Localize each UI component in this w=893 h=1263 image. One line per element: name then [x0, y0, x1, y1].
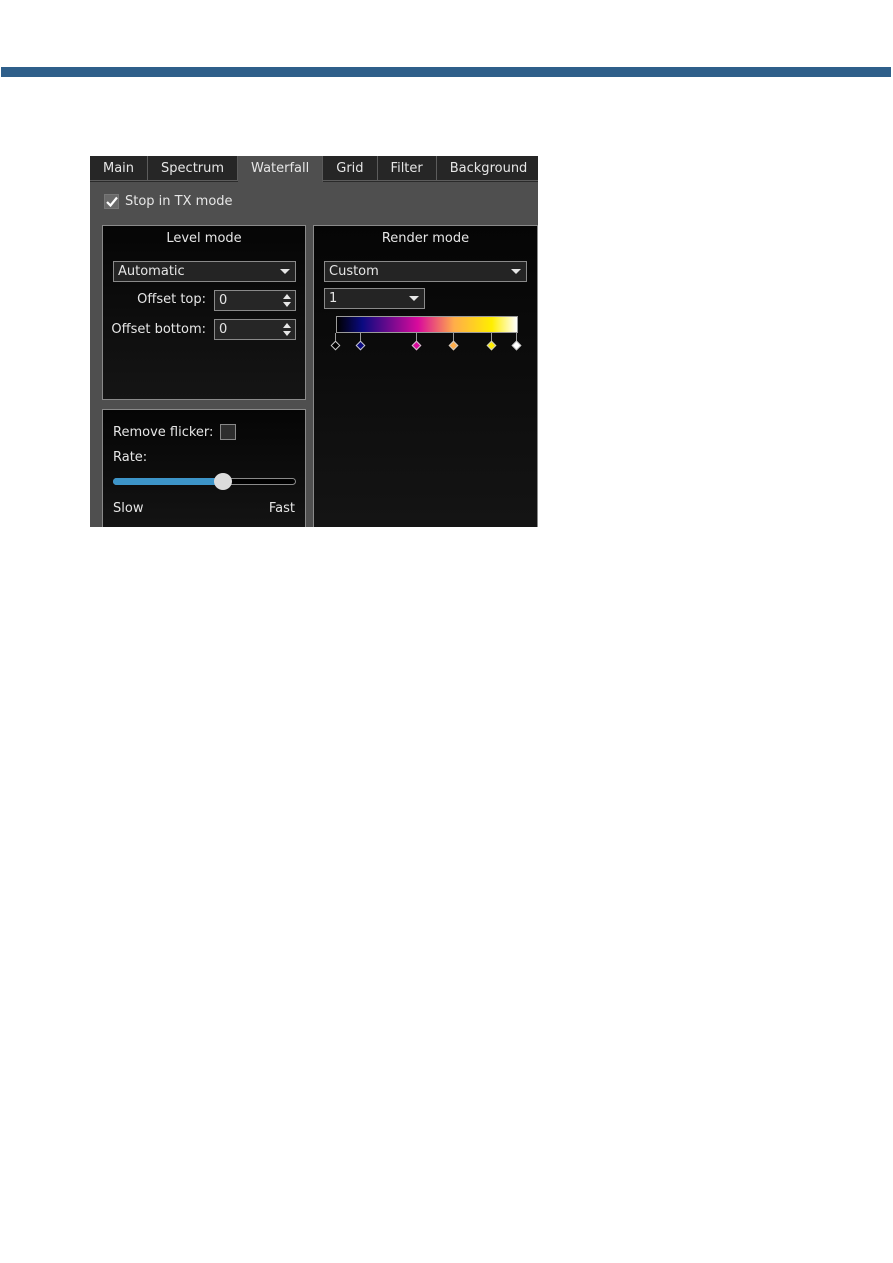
- waterfall-settings-panel: Main Spectrum Waterfall Grid Filter Back…: [90, 156, 538, 527]
- gradient-stop-handle[interactable]: [411, 333, 422, 353]
- spin-down-icon[interactable]: [283, 331, 291, 336]
- color-gradient-editor[interactable]: [330, 316, 522, 356]
- fast-label: Fast: [268, 501, 295, 516]
- spin-up-icon[interactable]: [283, 323, 291, 328]
- stop-in-tx-checkbox-row[interactable]: Stop in TX mode: [104, 194, 233, 209]
- offset-bottom-spinbox[interactable]: 0: [214, 319, 296, 340]
- diamond-marker-icon: [448, 340, 459, 351]
- palette-preset-value: 1: [329, 291, 338, 306]
- rate-slider-fill: [113, 478, 223, 485]
- level-mode-group: Level mode Automatic Offset top: 0 Offse…: [102, 225, 306, 400]
- offset-top-spinbox[interactable]: 0: [214, 290, 296, 311]
- rate-slider-handle[interactable]: [213, 473, 232, 490]
- tab-waterfall[interactable]: Waterfall: [238, 156, 324, 182]
- gradient-stop-handle[interactable]: [511, 333, 522, 353]
- stop-in-tx-label: Stop in TX mode: [125, 194, 233, 209]
- spin-down-icon[interactable]: [283, 302, 291, 307]
- tab-grid[interactable]: Grid: [323, 156, 378, 181]
- offset-bottom-label: Offset bottom:: [111, 322, 206, 337]
- color-gradient-bar: [336, 316, 518, 333]
- gradient-stop-handle[interactable]: [486, 333, 497, 353]
- tab-filter[interactable]: Filter: [377, 156, 437, 181]
- tab-bar: Main Spectrum Waterfall Grid Filter Back…: [90, 156, 538, 182]
- rate-slider[interactable]: [113, 473, 296, 490]
- render-mode-group: Render mode Custom 1: [313, 225, 538, 527]
- flicker-group: Remove flicker: Rate: Slow Fast: [102, 409, 306, 527]
- checkmark-icon: [105, 196, 118, 207]
- chevron-down-icon: [409, 296, 419, 301]
- offset-bottom-value: 0: [219, 322, 228, 337]
- chevron-down-icon: [280, 269, 290, 274]
- gradient-stop-handle[interactable]: [355, 333, 366, 353]
- remove-flicker-checkbox[interactable]: [220, 424, 236, 440]
- stop-in-tx-checkbox[interactable]: [104, 194, 119, 209]
- header-banner: [1, 67, 891, 77]
- diamond-marker-icon: [355, 340, 366, 351]
- spin-up-icon[interactable]: [283, 294, 291, 299]
- level-mode-title: Level mode: [166, 231, 242, 246]
- render-mode-select[interactable]: Custom: [324, 261, 527, 282]
- chevron-down-icon: [511, 269, 521, 274]
- level-mode-value: Automatic: [118, 264, 185, 279]
- diamond-marker-icon: [511, 340, 522, 351]
- slow-label: Slow: [113, 501, 144, 516]
- palette-preset-select[interactable]: 1: [324, 288, 425, 309]
- render-mode-value: Custom: [329, 264, 379, 279]
- tab-background[interactable]: Background: [436, 156, 538, 181]
- offset-top-value: 0: [219, 293, 228, 308]
- gradient-stop-handle[interactable]: [448, 333, 459, 353]
- rate-label: Rate:: [113, 450, 148, 465]
- level-mode-select[interactable]: Automatic: [113, 261, 296, 282]
- diamond-marker-icon: [411, 340, 422, 351]
- render-mode-title: Render mode: [381, 231, 470, 246]
- gradient-stop-handle[interactable]: [330, 333, 341, 353]
- tab-spectrum[interactable]: Spectrum: [148, 156, 239, 181]
- diamond-marker-icon: [330, 340, 341, 351]
- remove-flicker-label: Remove flicker:: [113, 425, 214, 440]
- offset-top-label: Offset top:: [137, 292, 206, 307]
- tab-main[interactable]: Main: [90, 156, 149, 181]
- diamond-marker-icon: [486, 340, 497, 351]
